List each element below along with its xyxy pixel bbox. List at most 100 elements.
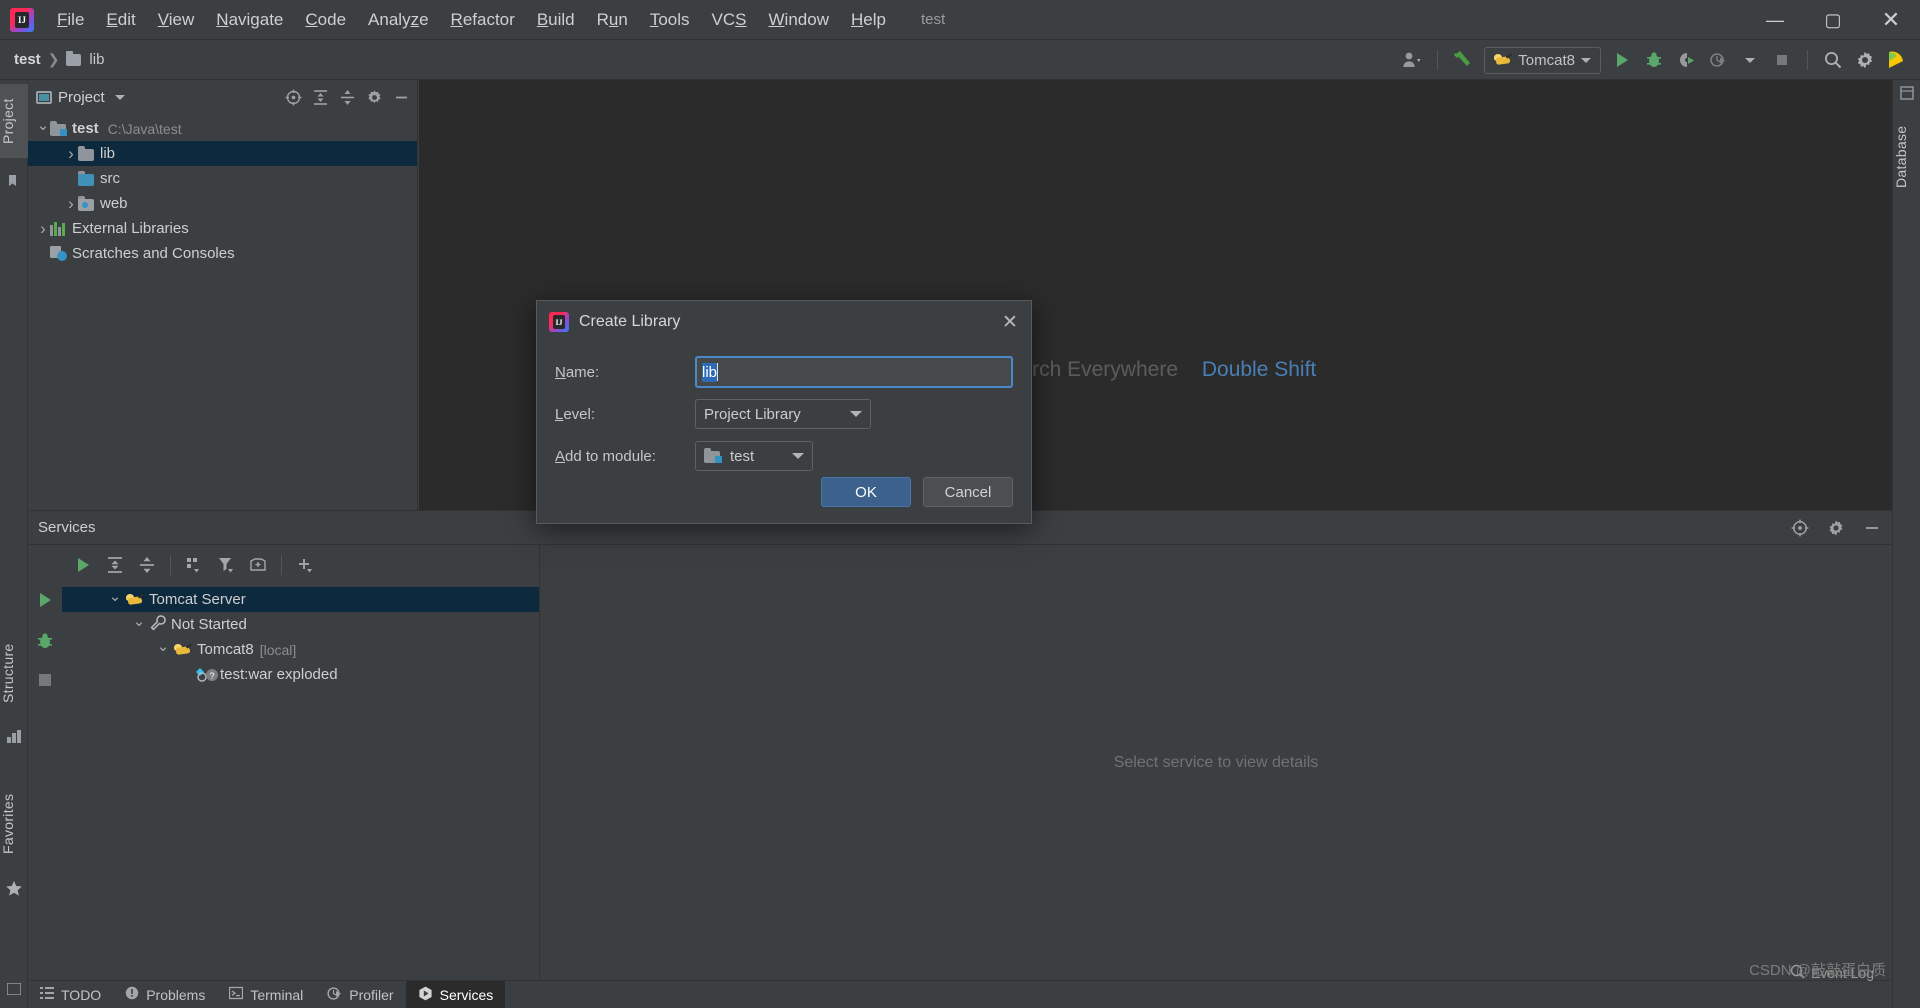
dialog-row-level: Level: Project Library <box>555 393 1013 435</box>
bookmarks-icon[interactable] <box>5 172 23 190</box>
close-button[interactable]: ✕ <box>1862 0 1920 40</box>
run-icon[interactable] <box>70 552 96 578</box>
toolbar-divider <box>170 555 171 575</box>
chevron-down-icon[interactable] <box>114 94 125 100</box>
toolbar-divider-2 <box>281 555 282 575</box>
structure-grid-icon[interactable] <box>5 728 23 746</box>
services-node-tomcat8[interactable]: Tomcat8 [local] <box>62 637 539 662</box>
menu-vcs[interactable]: VCS <box>701 6 758 34</box>
tree-node-web[interactable]: web <box>28 191 417 216</box>
chevron-down-icon[interactable] <box>156 641 170 659</box>
sidebar-item-structure[interactable]: Structure <box>0 630 28 716</box>
breadcrumb-test[interactable]: test <box>14 51 41 68</box>
menu-tools[interactable]: Tools <box>639 6 701 34</box>
run-coverage-icon[interactable] <box>1671 45 1701 75</box>
services-node-tomcat-server[interactable]: Tomcat Server <box>62 587 539 612</box>
dialog-title: Create Library <box>579 313 681 330</box>
chevron-down-icon[interactable] <box>36 120 50 138</box>
stop-icon[interactable] <box>1767 45 1797 75</box>
sidebar-item-favorites[interactable]: Favorites <box>0 780 28 868</box>
debug-icon[interactable] <box>36 632 54 655</box>
tab-terminal[interactable]: Terminal <box>217 981 315 1008</box>
run-icon[interactable] <box>36 591 54 614</box>
collapse-all-icon[interactable] <box>134 552 160 578</box>
add-icon[interactable] <box>292 552 318 578</box>
tree-label: Not Started <box>171 616 247 633</box>
tab-problems[interactable]: Problems <box>113 981 217 1008</box>
tab-todo[interactable]: TODO <box>28 981 113 1008</box>
chevron-down-icon <box>792 453 804 459</box>
sidebar-item-database[interactable]: Database <box>1893 114 1920 200</box>
libraries-icon <box>50 221 67 236</box>
artifact-icon: ? <box>194 667 218 682</box>
chevron-right-icon[interactable] <box>64 194 78 214</box>
hide-icon[interactable] <box>391 87 411 107</box>
scratches-icon <box>50 246 67 261</box>
search-icon[interactable] <box>1818 45 1848 75</box>
settings-icon[interactable] <box>1850 45 1880 75</box>
tab-profiler[interactable]: Profiler <box>315 981 405 1008</box>
ide-logo-icon[interactable] <box>1882 45 1912 75</box>
menu-navigate[interactable]: Navigate <box>205 6 294 34</box>
sidebar-item-project[interactable]: Project <box>0 84 28 158</box>
hammer-icon[interactable] <box>1448 45 1478 75</box>
profiler-dropdown-icon[interactable] <box>1735 45 1765 75</box>
services-node-not-started[interactable]: Not Started <box>62 612 539 637</box>
tree-node-scratches[interactable]: Scratches and Consoles <box>28 241 417 266</box>
hide-icon[interactable] <box>1862 518 1882 538</box>
collapse-all-icon[interactable] <box>337 87 357 107</box>
menu-analyze[interactable]: Analyze <box>357 6 440 34</box>
settings-icon[interactable] <box>1826 518 1846 538</box>
debug-icon[interactable] <box>1639 45 1669 75</box>
breadcrumb: test ❯ lib <box>14 50 104 68</box>
filter-icon[interactable] <box>213 552 239 578</box>
star-icon[interactable] <box>5 880 23 898</box>
menu-window[interactable]: Window <box>758 6 840 34</box>
menu-edit[interactable]: Edit <box>95 6 146 34</box>
expand-all-icon[interactable] <box>102 552 128 578</box>
menu-build[interactable]: Build <box>526 6 586 34</box>
run-icon[interactable] <box>1607 45 1637 75</box>
settings-icon[interactable] <box>364 87 384 107</box>
menu-view[interactable]: View <box>147 6 206 34</box>
dialog-row-module: Add to module: test <box>555 435 1013 477</box>
terminal-strip-icon[interactable] <box>5 980 23 998</box>
tree-node-test[interactable]: test C:\Java\test <box>28 116 417 141</box>
services-node-artifact[interactable]: ? test:war exploded <box>62 662 539 687</box>
user-dropdown-icon[interactable] <box>1397 45 1427 75</box>
name-input-value: lib <box>702 362 718 382</box>
expand-all-icon[interactable] <box>310 87 330 107</box>
menu-help[interactable]: Help <box>840 6 897 34</box>
chevron-down-icon[interactable] <box>132 616 146 634</box>
module-select[interactable]: test <box>695 441 813 471</box>
database-grid-icon[interactable] <box>1898 84 1916 102</box>
tab-services[interactable]: Services <box>405 980 506 1008</box>
name-input[interactable]: lib <box>695 356 1013 388</box>
menu-run[interactable]: Run <box>586 6 639 34</box>
menu-file[interactable]: File <box>46 6 95 34</box>
run-configuration-selector[interactable]: Tomcat8 <box>1484 46 1601 74</box>
menu-refactor[interactable]: Refactor <box>440 6 526 34</box>
chevron-down-icon[interactable] <box>108 591 122 609</box>
dialog-row-name: Name: lib <box>555 351 1013 393</box>
menu-code[interactable]: Code <box>294 6 357 34</box>
tree-node-external-libraries[interactable]: External Libraries <box>28 216 417 241</box>
tree-node-src[interactable]: src <box>28 166 417 191</box>
group-by-icon[interactable] <box>181 552 207 578</box>
chevron-right-icon[interactable] <box>36 219 50 239</box>
locate-icon[interactable] <box>283 87 303 107</box>
close-icon[interactable]: ✕ <box>999 311 1021 333</box>
minimize-button[interactable]: — <box>1746 0 1804 40</box>
level-select[interactable]: Project Library <box>695 399 871 429</box>
add-tab-icon[interactable] <box>245 552 271 578</box>
profiler-icon[interactable] <box>1703 45 1733 75</box>
tree-node-lib[interactable]: lib <box>28 141 417 166</box>
cancel-button[interactable]: Cancel <box>923 477 1013 507</box>
ok-button[interactable]: OK <box>821 477 911 507</box>
maximize-button[interactable]: ▢ <box>1804 0 1862 40</box>
breadcrumb-lib[interactable]: lib <box>89 51 104 68</box>
locate-icon[interactable] <box>1790 518 1810 538</box>
chevron-right-icon[interactable] <box>64 144 78 164</box>
text-caret <box>717 363 719 381</box>
stop-icon[interactable] <box>38 673 52 692</box>
